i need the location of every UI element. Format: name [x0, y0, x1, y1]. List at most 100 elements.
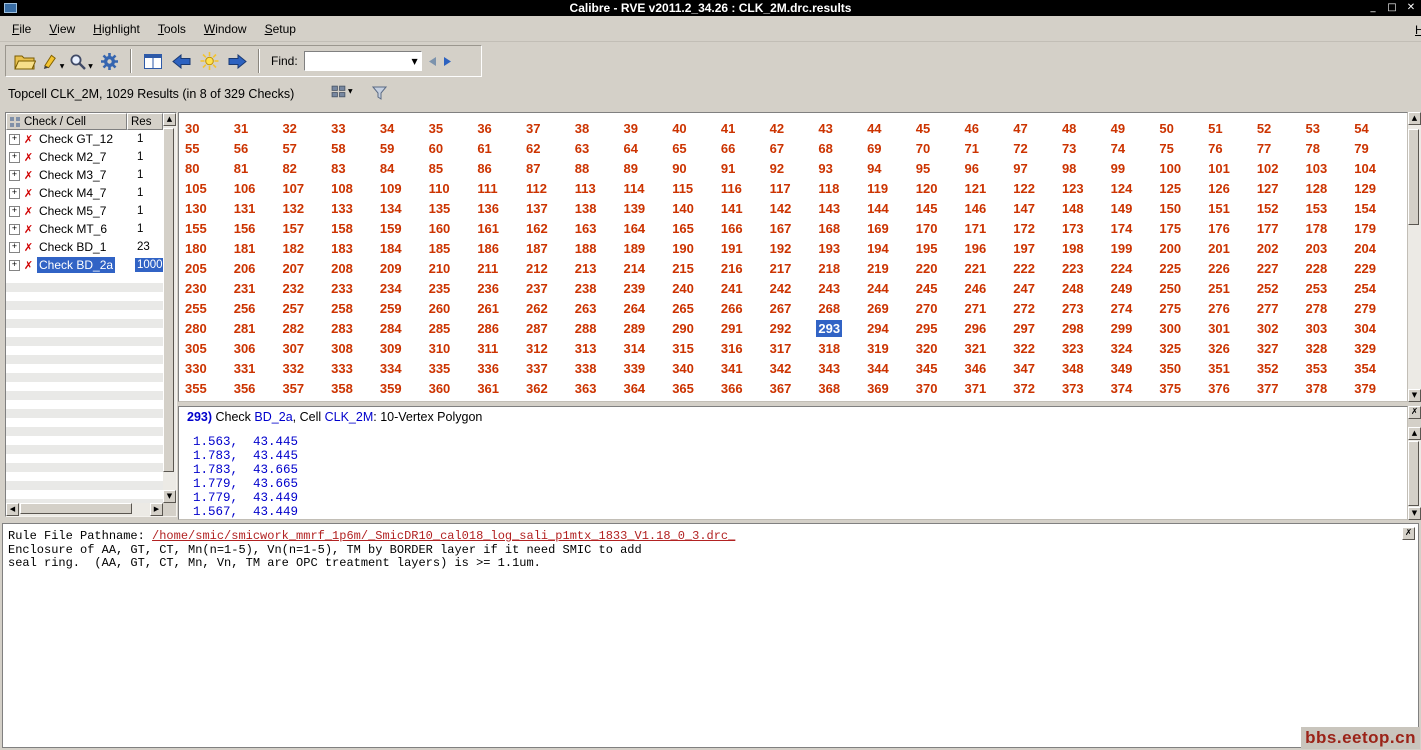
scroll-down-icon[interactable]: ▼: [1408, 389, 1421, 402]
result-number[interactable]: 370: [914, 380, 940, 397]
scrollbar-track[interactable]: [1408, 440, 1421, 507]
result-number[interactable]: 176: [1206, 220, 1232, 237]
result-number[interactable]: 224: [1109, 260, 1135, 277]
result-number[interactable]: 332: [280, 360, 306, 377]
menu-tools[interactable]: Tools: [149, 18, 195, 40]
result-number[interactable]: 135: [427, 200, 453, 217]
result-number[interactable]: 334: [378, 360, 404, 377]
result-number[interactable]: 198: [1060, 240, 1086, 257]
result-number[interactable]: 111: [475, 180, 499, 197]
result-number[interactable]: 265: [670, 300, 696, 317]
result-number[interactable]: 202: [1255, 240, 1281, 257]
result-number[interactable]: 303: [1304, 320, 1330, 337]
result-number[interactable]: 233: [329, 280, 355, 297]
result-number[interactable]: 77: [1255, 140, 1273, 157]
result-number[interactable]: 203: [1304, 240, 1330, 257]
result-number[interactable]: 218: [816, 260, 842, 277]
result-number[interactable]: 78: [1304, 140, 1322, 157]
result-number[interactable]: 260: [427, 300, 453, 317]
result-number[interactable]: 31: [232, 120, 250, 137]
result-number[interactable]: 125: [1157, 180, 1183, 197]
result-number[interactable]: 286: [475, 320, 501, 337]
detail-header-link[interactable]: BD_2a: [254, 410, 292, 424]
result-number[interactable]: 94: [865, 160, 883, 177]
filter-button[interactable]: [371, 85, 388, 106]
result-number[interactable]: 64: [621, 140, 639, 157]
result-number[interactable]: 216: [719, 260, 745, 277]
check-label[interactable]: Check BD_2a: [37, 257, 116, 273]
result-number[interactable]: 200: [1157, 240, 1183, 257]
result-number[interactable]: 351: [1206, 360, 1232, 377]
scroll-down-icon[interactable]: ▼: [163, 490, 176, 503]
result-number[interactable]: 101: [1206, 160, 1232, 177]
settings-button[interactable]: [95, 48, 123, 74]
result-number[interactable]: 189: [621, 240, 647, 257]
result-number[interactable]: 30: [183, 120, 201, 137]
result-number[interactable]: 314: [621, 340, 647, 357]
result-number[interactable]: 110: [427, 180, 452, 197]
result-number[interactable]: 330: [183, 360, 209, 377]
result-number[interactable]: 355: [183, 380, 209, 397]
result-number[interactable]: 375: [1157, 380, 1183, 397]
result-number[interactable]: 193: [816, 240, 842, 257]
result-number[interactable]: 239: [621, 280, 647, 297]
result-number[interactable]: 74: [1109, 140, 1127, 157]
coordinate-line[interactable]: 1.779, 43.665: [193, 477, 1399, 491]
tree-row[interactable]: + ✗ Check M3_7 1: [6, 166, 163, 184]
result-number[interactable]: 291: [719, 320, 745, 337]
result-number[interactable]: 376: [1206, 380, 1232, 397]
result-number[interactable]: 306: [232, 340, 258, 357]
result-number[interactable]: 277: [1255, 300, 1281, 317]
result-number[interactable]: 70: [914, 140, 932, 157]
result-number[interactable]: 318: [816, 340, 842, 357]
close-rule-panel-icon[interactable]: ✗: [1402, 527, 1415, 540]
result-number[interactable]: 148: [1060, 200, 1086, 217]
result-number[interactable]: 249: [1109, 280, 1135, 297]
result-number[interactable]: 262: [524, 300, 550, 317]
result-number[interactable]: 374: [1109, 380, 1135, 397]
tree-row[interactable]: + ✗ Check MT_6 1: [6, 220, 163, 238]
result-number[interactable]: 244: [865, 280, 891, 297]
result-number[interactable]: 82: [280, 160, 298, 177]
result-number[interactable]: 53: [1304, 120, 1322, 137]
result-number[interactable]: 287: [524, 320, 550, 337]
rule-file-path[interactable]: /home/smic/smicwork_mmrf_1p6m/_SmicDR10_…: [152, 529, 735, 543]
result-number[interactable]: 327: [1255, 340, 1281, 357]
expand-icon[interactable]: +: [9, 151, 20, 163]
result-number[interactable]: 289: [621, 320, 647, 337]
result-number[interactable]: 159: [378, 220, 404, 237]
result-number[interactable]: 336: [475, 360, 501, 377]
result-number[interactable]: 358: [329, 380, 355, 397]
result-number[interactable]: 102: [1255, 160, 1281, 177]
result-number[interactable]: 164: [621, 220, 647, 237]
result-number[interactable]: 46: [963, 120, 981, 137]
combo-dropdown-icon[interactable]: ▼: [412, 57, 421, 66]
coordinate-line[interactable]: 1.783, 43.445: [193, 449, 1399, 463]
tree-row[interactable]: + ✗ Check BD_1 23: [6, 238, 163, 256]
result-number[interactable]: 124: [1109, 180, 1135, 197]
detail-header-link[interactable]: 293): [187, 410, 212, 424]
result-number[interactable]: 209: [378, 260, 404, 277]
result-number[interactable]: 312: [524, 340, 550, 357]
tree-row[interactable]: + ✗ Check M2_7 1: [6, 148, 163, 166]
result-number[interactable]: 231: [232, 280, 258, 297]
result-number[interactable]: 211: [475, 260, 500, 277]
result-number[interactable]: 161: [475, 220, 501, 237]
result-number[interactable]: 308: [329, 340, 355, 357]
result-number[interactable]: 272: [1011, 300, 1037, 317]
result-number[interactable]: 307: [280, 340, 306, 357]
result-number[interactable]: 333: [329, 360, 355, 377]
result-number[interactable]: 123: [1060, 180, 1086, 197]
result-number[interactable]: 225: [1157, 260, 1183, 277]
result-number[interactable]: 298: [1060, 320, 1086, 337]
result-number[interactable]: 97: [1011, 160, 1029, 177]
result-number[interactable]: 98: [1060, 160, 1078, 177]
title-bar[interactable]: Calibre - RVE v2011.2_34.26 : CLK_2M.drc…: [0, 0, 1421, 16]
result-number[interactable]: 201: [1206, 240, 1232, 257]
result-number[interactable]: 343: [816, 360, 842, 377]
result-number[interactable]: 32: [280, 120, 298, 137]
results-scrollbar[interactable]: ▲ ▼: [1408, 112, 1421, 402]
result-number[interactable]: 72: [1011, 140, 1029, 157]
result-number[interactable]: 296: [963, 320, 989, 337]
result-number[interactable]: 43: [816, 120, 834, 137]
